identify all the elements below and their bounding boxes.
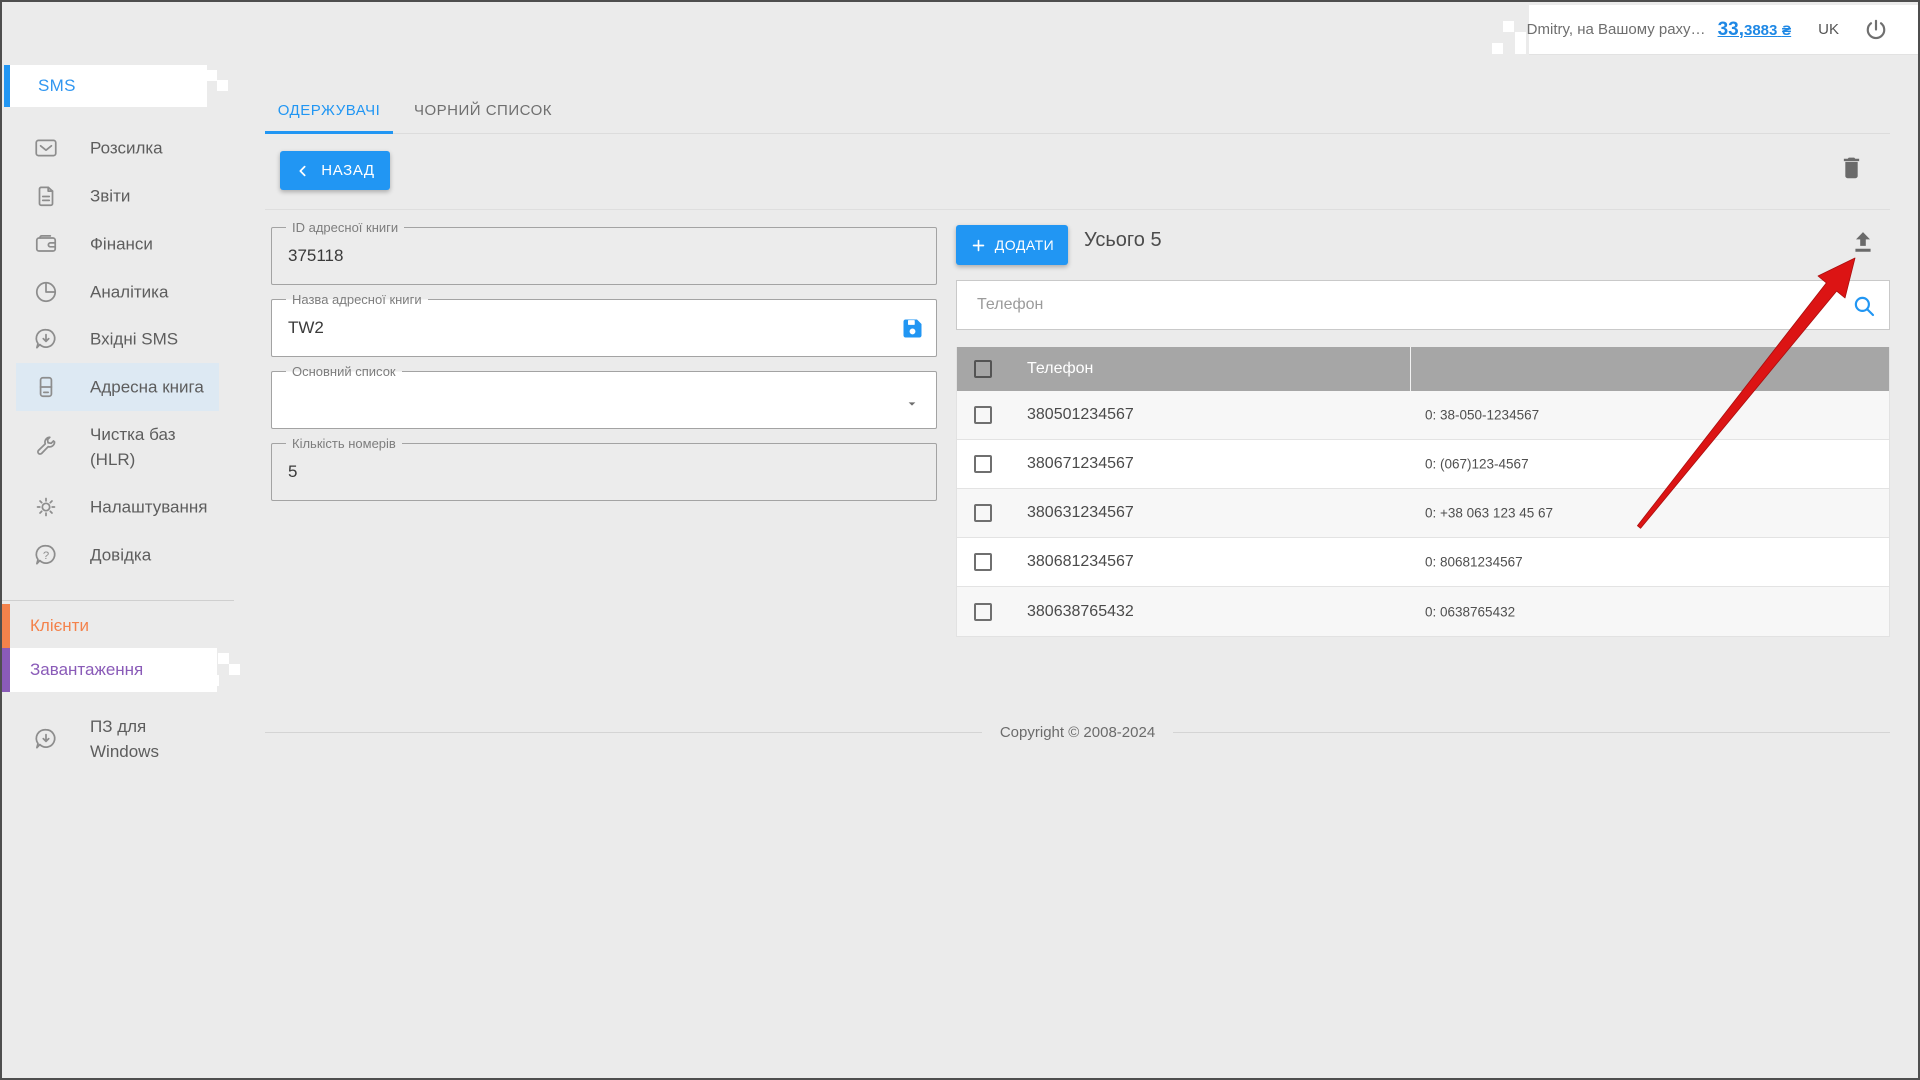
sidebar-item-finansy[interactable]: Фінанси bbox=[2, 220, 235, 268]
copyright-text: Copyright © 2008-2024 bbox=[982, 724, 1173, 741]
pie-chart-icon bbox=[33, 279, 59, 305]
table-row[interactable]: 380671234567 0: (067)123-4567 bbox=[957, 440, 1889, 489]
tab-bar: ОДЕРЖУВАЧІ ЧОРНИЙ СПИСОК bbox=[265, 94, 1890, 134]
sidebar-item-analityka[interactable]: Аналітика bbox=[2, 268, 235, 316]
delete-button[interactable] bbox=[1836, 154, 1866, 184]
wallet-icon bbox=[33, 231, 59, 257]
search-icon bbox=[1851, 307, 1877, 322]
save-button[interactable] bbox=[897, 315, 927, 345]
sidebar-item-adresna-knyha[interactable]: Адресна книга bbox=[2, 363, 235, 411]
select-all-checkbox[interactable] bbox=[974, 360, 992, 378]
sidebar: SMS Розсилка Звіти Фінанси bbox=[2, 2, 235, 1078]
row-checkbox[interactable] bbox=[974, 455, 992, 473]
row-checkbox[interactable] bbox=[974, 603, 992, 621]
footer: Copyright © 2008-2024 bbox=[265, 724, 1890, 741]
download-bubble-icon bbox=[33, 726, 59, 752]
upload-icon bbox=[1849, 244, 1877, 259]
brand-label: SMS bbox=[38, 76, 76, 96]
mail-icon bbox=[33, 135, 59, 161]
report-icon bbox=[33, 183, 59, 209]
sidebar-section-zavantazhennia[interactable]: Завантаження bbox=[2, 648, 235, 692]
search-button[interactable] bbox=[1851, 293, 1877, 319]
toolbar: НАЗАД bbox=[265, 134, 1890, 210]
user-header: Dmitry, на Вашому раху… 33,3883 ₴ UK bbox=[1529, 5, 1919, 55]
sidebar-section-kliienty[interactable]: Клієнти bbox=[2, 604, 235, 648]
inbox-bubble-icon bbox=[33, 326, 59, 352]
field-numbers-count: Кількість номерів 5 bbox=[271, 443, 937, 501]
trash-icon bbox=[1838, 169, 1865, 184]
search-input[interactable] bbox=[957, 281, 1889, 329]
sidebar-item-chystka-baz[interactable]: Чистка баз (HLR) bbox=[2, 411, 235, 483]
clients-accent-bar bbox=[2, 604, 10, 648]
row-checkbox[interactable] bbox=[974, 406, 992, 424]
address-book-icon bbox=[33, 374, 59, 400]
row-checkbox[interactable] bbox=[974, 504, 992, 522]
balance-link[interactable]: 33,3883 ₴ bbox=[1718, 19, 1792, 41]
sidebar-brand[interactable]: SMS bbox=[2, 65, 207, 107]
svg-text:?: ? bbox=[43, 550, 49, 562]
tab-oderzhuvachi[interactable]: ОДЕРЖУВАЧІ bbox=[265, 94, 393, 134]
app-root: SMS Розсилка Звіти Фінанси bbox=[0, 0, 1920, 1080]
sidebar-item-vkhidni-sms[interactable]: Вхідні SMS bbox=[2, 315, 235, 363]
sidebar-divider bbox=[2, 600, 234, 601]
downloads-accent-bar bbox=[2, 648, 10, 692]
save-floppy-icon bbox=[899, 330, 926, 345]
table-header: Телефон bbox=[957, 347, 1889, 391]
row-checkbox[interactable] bbox=[974, 553, 992, 571]
username: Dmitry, на Вашому раху… bbox=[1527, 21, 1706, 38]
add-button[interactable]: ДОДАТИ bbox=[956, 225, 1068, 265]
sidebar-item-zvity[interactable]: Звіти bbox=[2, 172, 235, 220]
table-row[interactable]: 380501234567 0: 38-050-1234567 bbox=[957, 391, 1889, 440]
chevron-left-icon bbox=[295, 163, 311, 179]
field-main-list[interactable]: Основний список bbox=[271, 371, 937, 429]
column-header-phone: Телефон bbox=[1027, 360, 1093, 378]
recipients-table: Телефон 380501234567 0: 38-050-1234567 3… bbox=[956, 347, 1890, 637]
field-book-id: ID адресної книги 375118 bbox=[271, 227, 937, 285]
tab-chornyi-spysok[interactable]: ЧОРНИЙ СПИСОК bbox=[408, 94, 558, 134]
help-bubble-icon: ? bbox=[33, 542, 59, 568]
language-selector[interactable]: UK bbox=[1818, 21, 1839, 38]
table-row[interactable]: 380638765432 0: 0638765432 bbox=[957, 587, 1889, 636]
search-box bbox=[956, 280, 1890, 330]
logout-power-icon[interactable] bbox=[1863, 17, 1889, 43]
chevron-down-icon[interactable] bbox=[900, 396, 924, 412]
sidebar-item-nalashtuvannia[interactable]: Налаштування bbox=[2, 483, 235, 531]
back-button[interactable]: НАЗАД bbox=[280, 151, 390, 190]
upload-button[interactable] bbox=[1848, 228, 1878, 258]
sidebar-item-pz-windows[interactable]: ПЗ для Windows bbox=[2, 707, 235, 771]
sidebar-item-dovidka[interactable]: ? Довідка bbox=[2, 531, 235, 579]
plus-icon bbox=[970, 237, 987, 254]
sidebar-item-rozsylka[interactable]: Розсилка bbox=[2, 124, 235, 172]
column-divider bbox=[1410, 347, 1411, 391]
table-row[interactable]: 380631234567 0: +38 063 123 45 67 bbox=[957, 489, 1889, 538]
field-book-name[interactable]: Назва адресної книги TW2 bbox=[271, 299, 937, 357]
total-count-label: Усього 5 bbox=[1084, 229, 1162, 252]
wrench-icon bbox=[33, 434, 59, 460]
gear-icon bbox=[33, 494, 59, 520]
table-row[interactable]: 380681234567 0: 80681234567 bbox=[957, 538, 1889, 587]
